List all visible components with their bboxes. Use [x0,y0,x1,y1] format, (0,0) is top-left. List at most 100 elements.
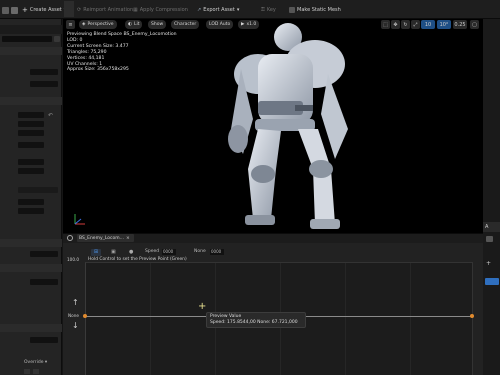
arrow-up-icon: ↑ [72,298,79,307]
apply-compression-label: Apply Compression [139,7,188,13]
property-field[interactable] [18,112,44,118]
key-button[interactable]: ⚿ Key [261,5,276,15]
property-field[interactable] [30,251,58,257]
category-header[interactable] [0,97,62,105]
lod-auto-button[interactable]: LOD Auto [206,20,234,29]
preview-icon[interactable]: ● [129,249,137,256]
apply-compression-button[interactable]: ▦ Apply Compression [133,5,188,15]
blendspace-tab[interactable]: BS_Enemy_Locom... × [77,234,134,242]
property-field[interactable] [18,142,44,148]
perspective-button[interactable]: ◈ Perspective [79,20,117,29]
override-dropdown[interactable]: Override ▾ [24,360,47,365]
browse-button[interactable] [11,5,18,15]
graph-hint: Hold Control to set the Preview Point (G… [88,257,187,262]
grid-line [345,263,346,375]
property-field[interactable] [18,208,44,214]
lit-label: Lit [133,22,140,27]
save-button[interactable] [2,5,9,15]
hamburger-icon[interactable]: ≡ [66,20,75,29]
none-input[interactable]: 0000 [210,249,224,255]
category-header[interactable] [0,264,62,272]
selected-item-indicator[interactable] [485,278,499,285]
category-header[interactable] [0,47,62,55]
scale-snap-value: 0.25 [454,21,466,28]
stats-line: Approx Size: 356x758x295 [67,67,129,73]
rotation-snap-toggle[interactable]: 10° [437,20,451,29]
lit-icon: ◐ [128,22,132,27]
property-field[interactable] [18,159,44,165]
toolbar-separator [64,1,74,17]
export-asset-button[interactable]: ↗ Export Asset ▾ [197,5,239,15]
lit-button[interactable]: ◐ Lit [125,20,143,29]
perspective-icon: ◈ [82,22,86,27]
select-mode-icon[interactable]: ⬚ [381,20,390,29]
category-header[interactable] [0,239,62,247]
property-field[interactable] [18,121,44,127]
property-field[interactable] [18,130,44,136]
create-asset-button[interactable]: + Create Asset ▾ [22,5,66,15]
preview-value-tooltip: Preview Value Speed: 175.8544,00 None: 6… [206,312,306,328]
asset-details-panel: A + [483,19,500,375]
grid-line [150,263,151,375]
override-label: Override [24,360,44,365]
add-icon[interactable]: + [486,260,491,267]
property-field[interactable] [18,168,44,174]
rotate-icon[interactable]: ↻ [401,20,410,29]
reset-icon[interactable]: ↶ [48,112,54,119]
speed-input[interactable]: 0000 [162,249,176,255]
show-button[interactable]: Show [148,20,167,29]
mesh-icon [289,7,295,13]
rotation-snap-value: 10° [439,21,449,28]
tooltip-value: Speed: 175.8544,00 None: 67.721,000 [210,320,298,325]
details-header [0,25,62,34]
arrow-down-icon: ↓ [72,321,79,330]
grid-toggle-icon[interactable]: ⊞ [91,249,101,256]
folder-icon [11,6,18,14]
maximize-icon[interactable]: ▢ [470,20,479,29]
asset-thumb-icon[interactable] [33,369,39,374]
show-label: Show [151,22,164,27]
scale-icon[interactable]: ⤢ [411,20,420,29]
dropdown-field[interactable] [18,187,58,193]
make-static-mesh-button[interactable]: Make Static Mesh [289,5,341,15]
none-label: None [194,249,206,254]
sample-point[interactable] [83,314,87,318]
preview-point-crosshair[interactable]: + [198,302,206,312]
key-label: Key [266,7,276,13]
property-field[interactable] [30,69,58,75]
chevron-down-icon: ▾ [236,7,240,13]
property-field[interactable] [30,279,58,285]
blendspace-tab-label: BS_Enemy_Locom... [79,235,124,241]
reimport-icon: ⟳ [77,7,82,13]
compression-icon: ▦ [133,7,138,13]
blendspace-icon [67,235,73,241]
triangulation-icon[interactable]: ▣ [111,249,119,256]
close-icon[interactable]: × [126,236,130,241]
reimport-animation-button[interactable]: ⟳ Reimport Animation [77,5,133,15]
perspective-label: Perspective [87,22,114,27]
save-icon [2,6,9,14]
reimport-label: Reimport Animation [83,7,134,13]
grid-snap-value: 10 [424,21,432,28]
grid-snap-toggle[interactable]: 10 [421,20,435,29]
lod-auto-label: LOD Auto [209,22,231,27]
asset-thumb-icon[interactable] [24,369,30,374]
export-icon: ↗ [197,7,202,13]
property-field[interactable] [30,337,58,343]
playback-speed-button[interactable]: ▶ x1.0 [238,20,260,29]
viewport-toolbar: ≡ ◈ Perspective ◐ Lit Show Character LOD A… [63,19,483,32]
property-field[interactable] [18,199,44,205]
translate-icon[interactable]: ✥ [391,20,400,29]
grid-icon[interactable] [486,236,493,242]
property-field[interactable] [30,81,58,87]
sample-point[interactable] [470,314,474,318]
settings-icon[interactable] [54,36,60,42]
play-icon: ▶ [241,22,245,27]
plus-icon: + [22,6,28,14]
category-header[interactable] [0,324,62,332]
scale-snap-toggle[interactable]: 0.25 [453,20,467,29]
panel-tab[interactable]: A [483,222,500,232]
create-asset-label: Create Asset [29,7,62,13]
character-button[interactable]: Character [171,20,200,29]
details-search-input[interactable] [2,36,52,42]
